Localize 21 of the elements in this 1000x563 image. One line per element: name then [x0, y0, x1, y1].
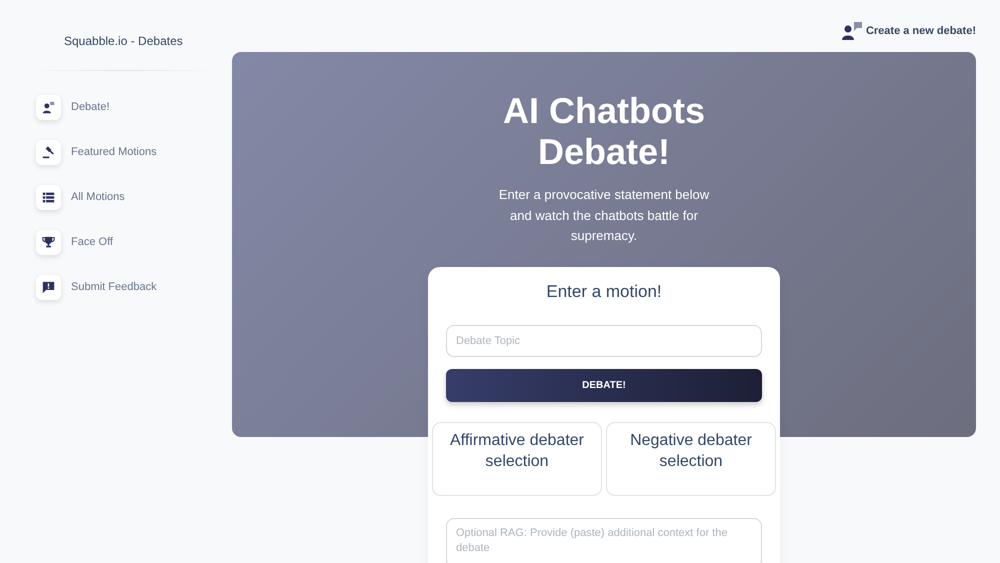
debate-topic-field[interactable]: Debate Topic	[446, 324, 762, 358]
hero-title: AI Chatbots Debate!	[502, 90, 706, 173]
sidebar-item[interactable]: Submit Feedback	[0, 265, 232, 310]
person-chat-icon	[42, 101, 55, 114]
brand-title: Squabble.io - Debates	[64, 34, 183, 48]
hero-subtitle: Enter a provocative statement below and watch the chatbots battle for supremacy.	[498, 186, 710, 246]
person-chat-icon	[842, 22, 864, 40]
card-title: Enter a motion!	[545, 281, 663, 304]
sidebar-item[interactable]: All Motions	[0, 175, 232, 220]
debater-selection-card[interactable]: Affirmative debater selection	[432, 422, 602, 496]
gavel-icon	[42, 146, 55, 159]
debate-button[interactable]: DEBATE!	[446, 369, 762, 402]
debater-selection-card[interactable]: Negative debater selection	[606, 422, 776, 496]
sidebar-item[interactable]: Face Off	[0, 220, 232, 265]
feedback-icon	[42, 281, 55, 294]
context-field[interactable]: Optional RAG: Provide (paste) additional context for the debate	[446, 518, 762, 563]
list-icon	[42, 191, 55, 204]
trophy-icon	[42, 236, 55, 249]
sidebar-item[interactable]: Featured Motions	[0, 130, 232, 175]
create-debate-link[interactable]: Create a new debate!	[842, 22, 976, 40]
sidebar-item[interactable]: Debate!	[0, 85, 232, 130]
